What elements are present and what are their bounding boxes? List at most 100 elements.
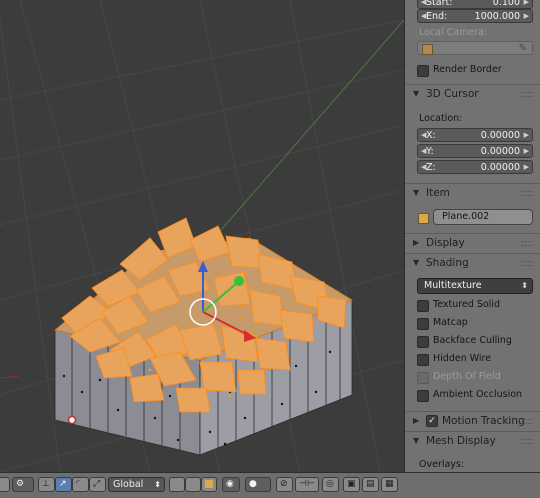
layer-button-1[interactable] — [169, 477, 185, 492]
section-item-header[interactable]: ▼ Item — [405, 183, 540, 202]
section-display-header[interactable]: ▶ Display — [405, 233, 540, 252]
translate-manipulator-button[interactable]: ↗ — [55, 477, 72, 492]
viewport-canvas — [0, 0, 404, 472]
sphere-icon: ◉ — [226, 479, 234, 489]
object-cube-icon — [418, 213, 429, 224]
increment-arrow-icon[interactable]: ▶ — [524, 0, 529, 9]
increment-arrow-icon[interactable]: ▶ — [524, 145, 529, 158]
cursor-z-value: 0.00000 — [480, 162, 520, 173]
snap-toggle-button[interactable]: ⊘ — [276, 477, 293, 492]
collapsed-triangle-icon: ▶ — [413, 416, 420, 425]
render-icon: ▦ — [385, 479, 394, 489]
layer-button-3[interactable] — [201, 477, 217, 492]
clip-end-label: End: — [426, 11, 448, 22]
ambient-occlusion-checkbox[interactable] — [417, 390, 429, 402]
panel-grip-icon[interactable] — [521, 261, 533, 266]
render-image-button[interactable]: ▣ — [343, 477, 360, 492]
camera-object-icon — [422, 44, 433, 55]
section-motion-tracking-title: Motion Tracking — [442, 415, 525, 427]
clip-start-value: 0.100 — [492, 0, 520, 8]
panel-grip-icon[interactable] — [521, 439, 533, 444]
opengl-render-button[interactable]: ▦ — [381, 477, 398, 492]
cursor-y-label: Y: — [426, 146, 434, 157]
local-camera-label: Local Camera: — [419, 27, 488, 38]
snap-target-button[interactable]: ◎ — [322, 477, 339, 492]
cursor-y-field[interactable]: ◀ Y: 0.00000 ▶ — [417, 144, 533, 158]
manipulator-icon: ⊥ — [42, 479, 50, 489]
transform-orientation-dropdown[interactable]: Global ⬍ — [108, 477, 165, 492]
3d-cursor-icon — [67, 415, 77, 425]
panel-grip-icon[interactable] — [521, 92, 533, 97]
depth-of-field-checkbox — [417, 372, 429, 384]
section-shading-title: Shading — [426, 257, 469, 269]
properties-panel: ◀ Start: 0.100 ▶ ◀ End: 1000.000 ▶ Local… — [404, 0, 540, 472]
expanded-triangle-icon: ▼ — [413, 89, 420, 98]
object-name-input[interactable]: Plane.002 — [433, 209, 533, 225]
hidden-wire-label: Hidden Wire — [433, 353, 492, 364]
matcap-checkbox[interactable] — [417, 318, 429, 330]
snap-element-dropdown[interactable]: ⊣⊢ — [295, 477, 319, 492]
overlays-label: Overlays: — [419, 459, 465, 470]
depth-of-field-label: Depth Of Field — [433, 371, 501, 382]
panel-grip-icon[interactable] — [521, 191, 533, 196]
cursor-y-value: 0.00000 — [480, 146, 520, 157]
shading-mode-value: Multitexture — [424, 280, 482, 291]
mesh-object[interactable] — [54, 217, 353, 456]
film-icon: ▤ — [366, 479, 375, 489]
target-icon: ◎ — [326, 479, 334, 489]
increment-arrow-icon[interactable]: ▶ — [524, 129, 529, 142]
render-border-checkbox[interactable] — [417, 65, 429, 77]
cursor-x-value: 0.00000 — [480, 130, 520, 141]
render-border-label: Render Border — [433, 64, 502, 75]
clip-end-value: 1000.000 — [474, 11, 520, 22]
proportional-edit-dropdown[interactable]: ● — [245, 477, 271, 492]
section-mesh-display-header[interactable]: ▼ Mesh Display — [405, 431, 540, 450]
section-motion-tracking-header[interactable]: ▶ ✓ Motion Tracking — [405, 411, 540, 430]
collapsed-triangle-icon: ▶ — [413, 238, 420, 247]
textured-solid-checkbox[interactable] — [417, 300, 429, 312]
cursor-x-field[interactable]: ◀ X: 0.00000 ▶ — [417, 128, 533, 142]
layer-button-2[interactable] — [185, 477, 201, 492]
transform-orientation-value: Global — [113, 479, 144, 490]
pivot-point-dropdown[interactable]: ⚙ — [12, 477, 34, 492]
location-label: Location: — [419, 113, 463, 124]
increment-arrow-icon[interactable]: ▶ — [524, 161, 529, 174]
clip-end-field[interactable]: ◀ End: 1000.000 ▶ — [417, 9, 533, 23]
expanded-triangle-icon: ▼ — [413, 436, 420, 445]
expanded-triangle-icon: ▼ — [413, 258, 420, 267]
object-mode-button[interactable] — [0, 477, 10, 492]
3d-viewport[interactable] — [0, 0, 404, 472]
panel-grip-icon[interactable] — [521, 241, 533, 246]
increment-arrow-icon[interactable]: ▶ — [524, 10, 529, 23]
manipulator-toggle-button[interactable]: ⊥ — [38, 477, 55, 492]
local-camera-field: ✎ — [417, 41, 533, 55]
viewport-header-bar: ⚙ ⊥ ↗ ◜ ⤢ Global ⬍ ◉ ● ⊘ ⊣⊢ ◎ ▣ ▤ ▦ — [0, 472, 540, 498]
backface-culling-checkbox[interactable] — [417, 336, 429, 348]
rotate-arc-icon: ◜ — [76, 479, 80, 489]
section-shading-header[interactable]: ▼ Shading — [405, 253, 540, 272]
cursor-z-field[interactable]: ◀ Z: 0.00000 ▶ — [417, 160, 533, 174]
hidden-wire-checkbox[interactable] — [417, 354, 429, 366]
eyedropper-icon: ✎ — [518, 43, 527, 54]
panel-grip-icon[interactable] — [521, 419, 533, 424]
active-layer-icon — [205, 480, 213, 488]
rotate-manipulator-button[interactable]: ◜ — [72, 477, 89, 492]
clip-start-field[interactable]: ◀ Start: 0.100 ▶ — [417, 0, 533, 9]
snap-element-icon: ⊣⊢ — [299, 479, 315, 489]
backface-culling-label: Backface Culling — [433, 335, 512, 346]
shading-mode-dropdown[interactable]: Multitexture ⬍ — [417, 278, 533, 294]
section-mesh-display-title: Mesh Display — [426, 435, 496, 447]
dropdown-arrows-icon: ⬍ — [154, 480, 161, 489]
render-animation-button[interactable]: ▤ — [362, 477, 379, 492]
ambient-occlusion-label: Ambient Occlusion — [433, 389, 523, 400]
proportional-edit-icon: ● — [249, 479, 257, 489]
magnet-icon: ⊘ — [280, 479, 288, 489]
motion-tracking-checkbox[interactable]: ✓ — [426, 415, 438, 427]
expanded-triangle-icon: ▼ — [413, 188, 420, 197]
dropdown-arrows-icon: ⬍ — [521, 281, 528, 290]
scale-manipulator-button[interactable]: ⤢ — [89, 477, 106, 492]
section-item-title: Item — [426, 187, 450, 199]
section-3d-cursor-header[interactable]: ▼ 3D Cursor — [405, 84, 540, 103]
shading-type-button[interactable]: ◉ — [222, 477, 240, 492]
pivot-icon: ⚙ — [16, 479, 25, 489]
